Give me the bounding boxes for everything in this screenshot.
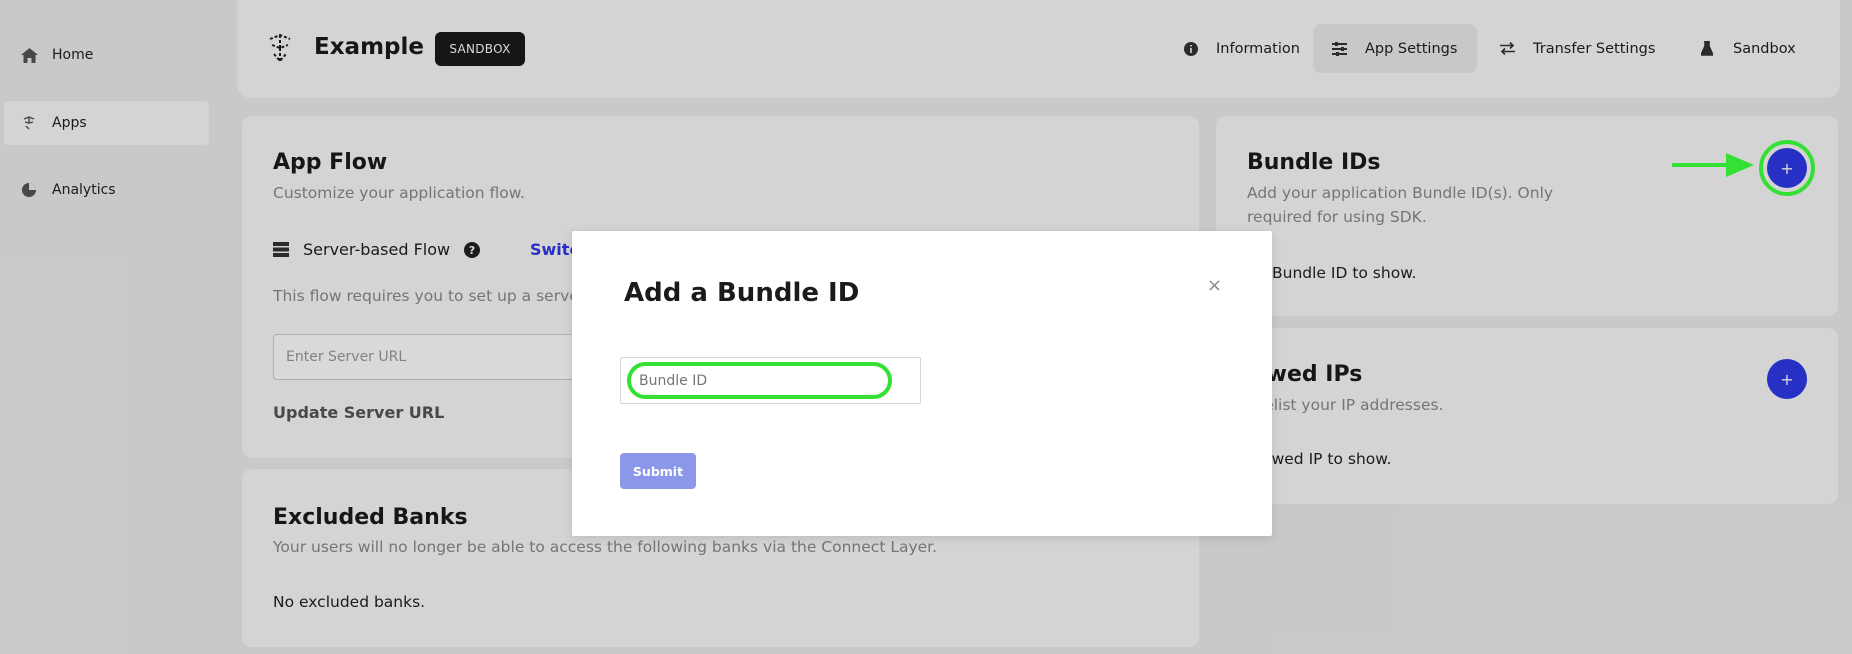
modal-title: Add a Bundle ID: [624, 278, 860, 308]
bundle-id-input[interactable]: [627, 362, 892, 399]
annotation-arrow-head: [1726, 153, 1754, 177]
bundle-id-field: [620, 357, 921, 404]
submit-button[interactable]: Submit: [620, 453, 696, 489]
close-icon[interactable]: ×: [1207, 275, 1222, 296]
annotation-highlight-ring: [1759, 140, 1815, 196]
annotation-arrow: [1672, 163, 1732, 167]
add-bundle-id-modal: Add a Bundle ID × Submit: [572, 231, 1272, 536]
